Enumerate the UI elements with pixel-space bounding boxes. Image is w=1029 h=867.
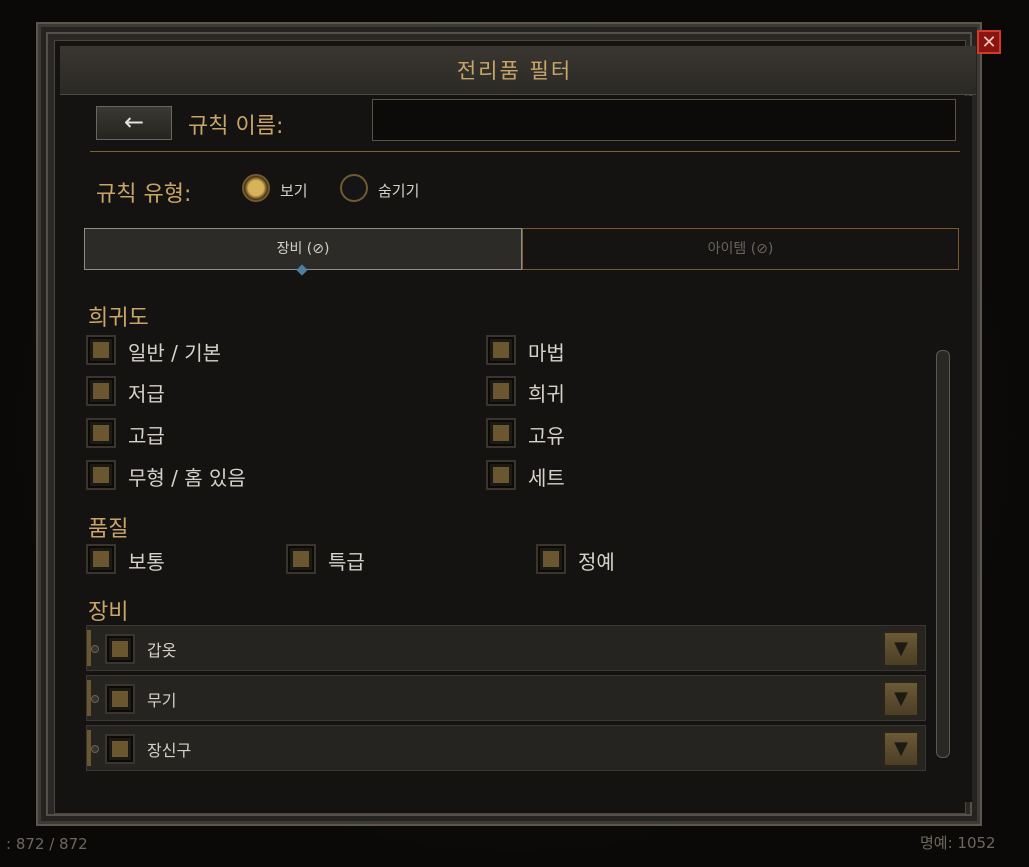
chevron-down-icon: ▼ — [894, 688, 908, 709]
background-text-right: 명예: 1052 — [920, 834, 996, 852]
rarity-rare-label: 희귀 — [528, 382, 565, 406]
equipment-title: 장비 — [88, 600, 129, 625]
rarity-unique-checkbox[interactable] — [486, 418, 516, 448]
rarity-superior-checkbox[interactable] — [86, 418, 116, 448]
armor-expand-button[interactable]: ▼ — [883, 631, 919, 667]
background-text-left: : 872 / 872 — [6, 835, 88, 853]
quality-elite-checkbox[interactable] — [536, 544, 566, 574]
rarity-normal-label: 일반 / 기본 — [128, 341, 222, 365]
rule-name-input[interactable] — [373, 100, 955, 140]
row-dot-icon — [91, 645, 99, 653]
accessories-label: 장신구 — [147, 741, 192, 760]
rarity-magic-label: 마법 — [528, 341, 565, 365]
accessories-expand-button[interactable]: ▼ — [883, 731, 919, 767]
quality-exceptional-label: 특급 — [328, 550, 365, 574]
chevron-down-icon: ▼ — [894, 738, 908, 759]
rule-type-label: 규칙 유형: — [96, 182, 192, 207]
quality-normal-label: 보통 — [128, 550, 165, 574]
equipment-row-weapons[interactable]: 무기 ▼ — [86, 675, 926, 721]
back-button[interactable]: ← — [96, 106, 172, 140]
weapons-checkbox[interactable] — [105, 684, 135, 714]
chevron-down-icon: ▼ — [894, 638, 908, 659]
rarity-unique-label: 고유 — [528, 424, 565, 448]
weapons-expand-button[interactable]: ▼ — [883, 681, 919, 717]
close-button[interactable]: ✕ — [977, 30, 1001, 54]
tab-equipment[interactable]: 장비 (⊘) — [84, 228, 522, 270]
accessories-checkbox[interactable] — [105, 734, 135, 764]
equipment-row-accessories[interactable]: 장신구 ▼ — [86, 725, 926, 771]
radio-show[interactable] — [242, 174, 270, 202]
quality-exceptional-checkbox[interactable] — [286, 544, 316, 574]
tab-items[interactable]: 아이템 (⊘) — [522, 228, 959, 270]
row-dot-icon — [91, 745, 99, 753]
radio-hide-label: 숨기기 — [378, 182, 420, 200]
quality-title: 품질 — [88, 517, 129, 542]
window-title: 전리품 필터 — [456, 59, 573, 83]
rarity-ethereal-label: 무형 / 홈 있음 — [128, 466, 246, 490]
header-divider — [90, 151, 960, 152]
back-arrow-icon: ← — [123, 108, 145, 136]
armor-checkbox[interactable] — [105, 634, 135, 664]
rarity-set-label: 세트 — [528, 466, 565, 490]
rarity-magic-checkbox[interactable] — [486, 335, 516, 365]
row-dot-icon — [91, 695, 99, 703]
rarity-title: 희귀도 — [88, 306, 149, 331]
radio-hide[interactable] — [340, 174, 368, 202]
quality-normal-checkbox[interactable] — [86, 544, 116, 574]
scrollbar[interactable] — [936, 350, 950, 758]
armor-label: 갑옷 — [147, 641, 177, 660]
rarity-set-checkbox[interactable] — [486, 460, 516, 490]
weapons-label: 무기 — [147, 691, 177, 710]
rarity-inferior-label: 저급 — [128, 382, 165, 406]
rule-name-field[interactable] — [372, 99, 956, 141]
rule-name-label: 규칙 이름: — [188, 114, 284, 139]
radio-show-label: 보기 — [280, 182, 308, 200]
rarity-normal-checkbox[interactable] — [86, 335, 116, 365]
rarity-inferior-checkbox[interactable] — [86, 376, 116, 406]
equipment-row-armor[interactable]: 갑옷 ▼ — [86, 625, 926, 671]
rarity-ethereal-checkbox[interactable] — [86, 460, 116, 490]
rarity-rare-checkbox[interactable] — [486, 376, 516, 406]
rarity-superior-label: 고급 — [128, 424, 165, 448]
quality-elite-label: 정예 — [578, 550, 615, 574]
